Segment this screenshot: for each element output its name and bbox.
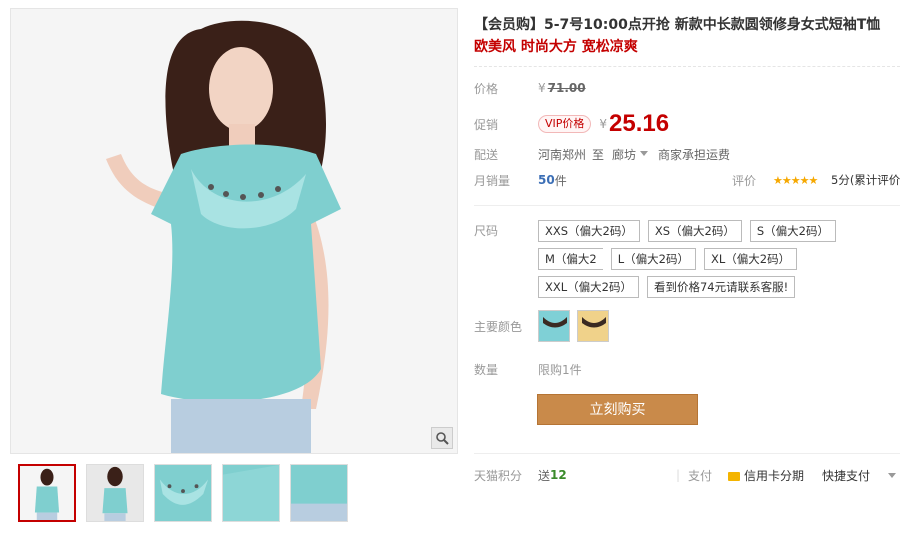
- monthly-sales-label: 月销量: [474, 173, 511, 188]
- size-option-xxl[interactable]: XXL（偏大2码）: [538, 276, 639, 298]
- promo-price: 25.16: [609, 110, 670, 137]
- chevron-down-icon[interactable]: [640, 151, 649, 156]
- magnifier-icon: [436, 432, 449, 445]
- delivery-from: 河南郑州: [538, 147, 587, 162]
- divider: [474, 205, 900, 206]
- credit-installment-label: 信用卡分期: [744, 468, 805, 483]
- zoom-button[interactable]: [431, 427, 453, 449]
- currency-symbol: ¥: [538, 81, 546, 95]
- size-option-xl[interactable]: XL（偏大2码）: [703, 248, 798, 270]
- color-section: 主要颜色: [474, 310, 900, 342]
- points-row: 天猫积分 送 12 | 支付 信用卡分期 快捷支付: [474, 464, 900, 486]
- color-swatch-cyan[interactable]: [538, 310, 570, 342]
- quick-pay[interactable]: 快捷支付: [822, 467, 870, 484]
- size-option-contact-service[interactable]: 看到价格74元请联系客服!: [646, 276, 796, 298]
- thumbnail-4[interactable]: [222, 464, 280, 522]
- thumbnail-3[interactable]: [154, 464, 212, 522]
- delivery-destination[interactable]: 廊坊: [612, 146, 636, 163]
- delivery-row: 配送 河南郑州 至 廊坊 商家承担运费: [474, 143, 900, 165]
- size-section: 尺码 XXS（偏大2码） XS（偏大2码） S（偏大2码） M（偏大2 L（偏大…: [474, 220, 900, 298]
- size-option-s[interactable]: S（偏大2码）: [749, 220, 836, 242]
- product-gallery: [10, 8, 458, 538]
- main-product-image[interactable]: [10, 8, 458, 454]
- vip-price-tag: VIP价格: [538, 115, 592, 133]
- thumbnail-5[interactable]: [290, 464, 348, 522]
- thumbnail-1[interactable]: [18, 464, 76, 522]
- promo-label: 促销: [474, 117, 499, 132]
- credit-card-icon: [728, 471, 740, 481]
- size-option-xxs[interactable]: XXS（偏大2码）: [538, 220, 640, 242]
- divider: [474, 453, 900, 454]
- shipping-fee-note: 商家承担运费: [658, 147, 731, 162]
- points-amount: 12: [550, 468, 567, 482]
- purchase-limit: 限购1件: [538, 362, 582, 377]
- sales-row: 月销量 50 件 评价 ★★★★★ 5分(累计评价: [474, 169, 900, 191]
- delivery-label: 配送: [474, 147, 499, 162]
- points-give: 送: [538, 468, 551, 483]
- quantity-row: 数量 限购1件: [474, 358, 900, 380]
- color-label: 主要颜色: [474, 319, 523, 334]
- points-label: 天猫积分: [474, 468, 523, 483]
- rating-stars: ★★★★★: [773, 173, 818, 187]
- size-option-xs[interactable]: XS（偏大2码）: [647, 220, 742, 242]
- model-photo: [11, 9, 457, 453]
- thumbnail-strip: [10, 464, 458, 528]
- product-title: 【会员购】5-7号10:00点开抢 新款中长款圆领修身女式短袖T恤: [474, 17, 881, 33]
- promo-row: 促销 VIP价格 ¥ 25.16: [474, 110, 900, 137]
- separator-bar: |: [676, 468, 681, 482]
- monthly-sales-unit: 件: [554, 173, 567, 188]
- size-options: XXS（偏大2码） XS（偏大2码） S（偏大2码） M（偏大2 L（偏大2码）…: [538, 220, 900, 298]
- thumbnail-2[interactable]: [86, 464, 144, 522]
- rating-text[interactable]: 5分(累计评价: [831, 172, 900, 188]
- delivery-to-word: 至: [592, 147, 605, 162]
- size-option-m[interactable]: M（偏大2: [538, 248, 603, 270]
- price-label: 价格: [474, 81, 499, 96]
- chevron-down-icon[interactable]: [888, 473, 896, 478]
- rating-label: 评价: [732, 173, 757, 188]
- original-price: 71.00: [547, 81, 586, 95]
- color-swatch-yellow[interactable]: [577, 310, 609, 342]
- price-row: 价格 ¥ 71.00: [474, 77, 900, 99]
- product-subtitle: 欧美风 时尚大方 宽松凉爽: [474, 39, 638, 55]
- size-label: 尺码: [474, 224, 499, 238]
- size-option-l[interactable]: L（偏大2码）: [610, 248, 696, 270]
- quantity-label: 数量: [474, 362, 499, 377]
- pay-label: 支付: [688, 468, 713, 483]
- product-info: 【会员购】5-7号10:00点开抢 新款中长款圆领修身女式短袖T恤 欧美风 时尚…: [474, 14, 900, 486]
- buy-now-button[interactable]: 立刻购买: [537, 394, 698, 425]
- credit-installment[interactable]: 信用卡分期: [728, 467, 804, 484]
- monthly-sales-count: 50: [538, 173, 555, 187]
- currency-symbol: ¥: [599, 117, 608, 131]
- divider: [474, 66, 900, 67]
